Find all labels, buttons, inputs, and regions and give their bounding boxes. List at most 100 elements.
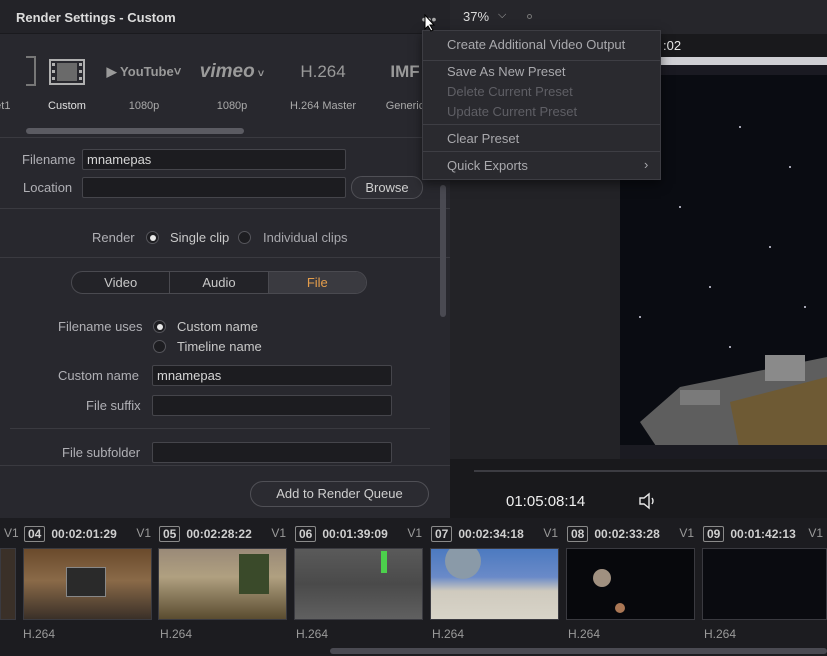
clip-header: 04 00:02:01:29 V1 [24,526,151,544]
clip-track: V1 [271,526,286,540]
custom-name-input[interactable]: mnamepas [152,365,392,386]
clip-track: V1 [543,526,558,540]
timeline-name-radio[interactable] [153,340,166,353]
mouse-cursor-icon [424,13,436,35]
custom-name-radio[interactable] [153,320,166,333]
clip-timecode: 00:01:42:13 [730,527,796,541]
scrub-bar[interactable] [474,470,827,472]
menu-divider [423,60,660,61]
clip-number: 07 [431,526,453,542]
individual-clips-label[interactable]: Individual clips [263,230,348,245]
file-suffix-input[interactable] [152,395,392,416]
chevron-down-icon[interactable]: ⌵ [498,9,506,22]
clip-strip-scrollbar[interactable] [330,648,827,654]
individual-clips-radio[interactable] [238,231,251,244]
preset-item-youtube[interactable]: ▶ YouTube˅ 1080p [103,56,185,112]
preset-item-vimeo[interactable]: vimeo ˅ 1080p [191,56,273,112]
location-input[interactable] [82,177,346,198]
filename-label: Filename [22,152,76,167]
tab-video[interactable]: Video [72,272,171,293]
clip-header: 05 00:02:28:22 V1 [159,526,286,544]
settings-scrollbar[interactable] [440,185,446,317]
single-clip-label[interactable]: Single clip [170,230,229,245]
status-dot-icon [527,14,532,19]
filename-uses-label: Filename uses [58,319,143,334]
filename-input[interactable]: mnamepas [82,149,346,170]
clip-codec: H.264 [704,627,737,641]
divider [0,465,450,466]
clip-thumbnail[interactable] [566,548,695,620]
menu-divider [423,124,660,125]
presets-scrollbar[interactable] [26,128,244,134]
preset-label: Custom [48,100,86,112]
menu-item-save-as-new-preset[interactable]: Save As New Preset [447,64,566,79]
zoom-level[interactable]: 37% [463,9,489,24]
preset-options-menu: Create Additional Video Output Save As N… [422,30,661,180]
clip-codec: H.264 [432,627,465,641]
clip-track: V1 [679,526,694,540]
menu-item-quick-exports[interactable]: Quick Exports [447,158,528,173]
clip-codec: H.264 [296,627,329,641]
chevron-right-icon: › [644,157,649,172]
panel-title: Render Settings - Custom [16,10,176,25]
settings-tabs: Video Audio File [71,271,367,294]
clip-codec: H.264 [568,627,601,641]
custom-name-option-label[interactable]: Custom name [177,319,258,334]
clip-number: 05 [159,526,181,542]
viewer-timecode: 01:05:08:14 [506,493,586,510]
clip-track: V1 [808,526,823,540]
preset-label: 1080p [216,100,248,112]
file-subfolder-input[interactable] [152,442,392,463]
divider [0,257,450,258]
clip-header: 09 00:01:42:13 V1 [703,526,823,544]
clip-header: 06 00:01:39:09 V1 [295,526,422,544]
menu-item-delete-current-preset: Delete Current Preset [447,84,573,99]
clip-header: 08 00:02:33:28 V1 [567,526,694,544]
speaker-icon[interactable] [638,492,658,510]
clip-codec: H.264 [23,627,56,641]
clip-timecode: 00:01:39:09 [322,527,388,541]
preset-item-custom[interactable]: Custom [26,56,108,112]
clip-number: 09 [703,526,725,542]
custom-name-label: Custom name [58,368,139,383]
clip-header: 07 00:02:34:18 V1 [431,526,558,544]
clip-thumbnail[interactable] [702,548,827,620]
film-icon [26,56,108,88]
menu-divider [423,151,660,152]
divider [0,137,450,138]
clip-number: 04 [24,526,46,542]
file-suffix-label: File suffix [86,398,141,413]
clip-number: 06 [295,526,317,542]
single-clip-radio[interactable] [146,231,159,244]
file-subfolder-label: File subfolder [62,445,141,460]
timeline-name-option-label[interactable]: Timeline name [177,339,262,354]
vimeo-logo: vimeo ˅ [199,61,265,82]
youtube-logo: ▶ YouTube˅ [106,64,182,79]
clip-track: V1 [407,526,422,540]
divider [0,208,450,209]
viewer-timecode-partial: :02 [663,38,682,53]
clip-timecode: 00:02:33:28 [594,527,660,541]
menu-item-create-additional-output[interactable]: Create Additional Video Output [447,37,625,52]
location-label: Location [23,180,73,195]
viewer-toolbar [450,0,827,34]
menu-item-clear-preset[interactable]: Clear Preset [447,131,519,146]
tab-file[interactable]: File [268,272,366,293]
clip-thumbnail[interactable] [430,548,559,620]
add-to-render-queue-button[interactable]: Add to Render Queue [250,481,429,507]
render-label: Render [92,230,135,245]
clip-number: 08 [567,526,589,542]
clip-timecode: 00:02:28:22 [186,527,252,541]
clip-thumbnail[interactable] [158,548,287,620]
tab-audio[interactable]: Audio [170,272,269,293]
preset-label: H.264 Master [289,100,357,112]
clip-timecode: 00:02:01:29 [51,527,117,541]
preset-item-h264[interactable]: H.264 H.264 Master [282,56,364,112]
clip-thumbnail[interactable] [23,548,152,620]
preset-label: 1080p [128,100,160,112]
clip-thumbnail[interactable] [294,548,423,620]
clip-track: V1 [136,526,151,540]
clip-thumbnail-partial[interactable] [0,548,16,620]
menu-item-update-current-preset: Update Current Preset [447,104,578,119]
browse-button[interactable]: Browse [351,176,423,199]
